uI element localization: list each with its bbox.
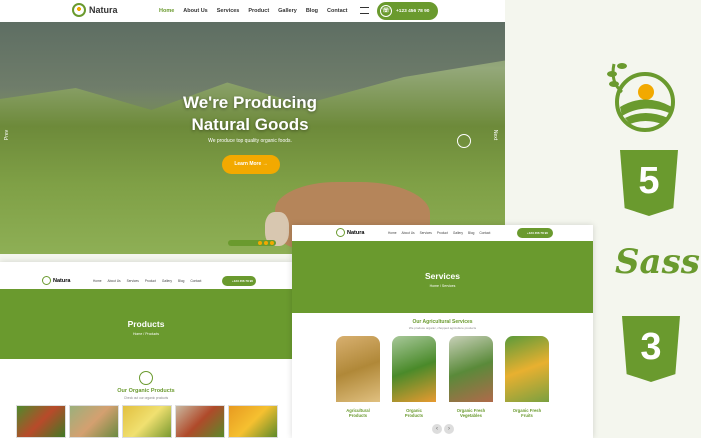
slider-dot[interactable] (264, 241, 268, 245)
products-title: Products (127, 319, 165, 329)
leaf-logo-icon (72, 3, 86, 17)
service-card[interactable]: Agricultural Products (336, 336, 380, 418)
service-card-label-line2: Vegetables (460, 413, 482, 418)
leaf-logo-icon (336, 228, 345, 237)
service-card-image (505, 336, 549, 402)
products-brand-logo[interactable]: Natura (42, 276, 70, 285)
services-brand-logo[interactable]: Natura (336, 228, 364, 237)
html5-label: 5 (638, 160, 660, 202)
prev-arrow[interactable]: Prev (4, 130, 10, 140)
hero-subtitle: We produce top quality organic foods. (208, 138, 292, 144)
nav-contact[interactable]: Contact (479, 231, 490, 235)
hero-title: We're Producing Natural Goods (150, 92, 350, 136)
nav-services[interactable]: Services (127, 279, 139, 283)
phone-icon: ☏ (380, 5, 392, 17)
services-section-subtitle: We produce organic, chopped agriculture … (408, 326, 477, 330)
product-thumb[interactable] (16, 405, 66, 438)
nav-product[interactable]: Product (437, 231, 448, 235)
service-card-label-line2: Products (348, 413, 368, 418)
product-thumb[interactable] (228, 405, 278, 438)
products-section-icon (139, 371, 153, 385)
phone-button[interactable]: +123 456 78 90 (517, 228, 553, 238)
slider-dot[interactable] (258, 241, 262, 245)
nav-home[interactable]: Home (159, 8, 174, 14)
leaf-logo-icon (607, 63, 675, 132)
products-page-preview: Natura Home About Us Services Product Ga… (0, 262, 292, 438)
sass-icon: Sass (615, 232, 700, 292)
main-nav: Home About Us Services Product Gallery B… (159, 8, 357, 14)
product-thumb[interactable] (122, 405, 172, 438)
sass-label: Sass (615, 242, 700, 282)
brand-logo[interactable]: Natura (72, 3, 118, 17)
phone-number: +123 456 78 90 (396, 8, 430, 14)
learn-more-button[interactable]: Learn More → (222, 155, 280, 174)
services-section-title: Our Agricultural Services (412, 319, 473, 325)
service-card-label: Organic Fresh Fruits (505, 402, 549, 418)
css3-label: 3 (640, 326, 662, 368)
brand-name: Natura (89, 5, 118, 15)
phone-button[interactable]: ☏ +123 456 78 90 (377, 2, 438, 20)
service-card-label-line2: Fruits (521, 413, 533, 418)
carousel-prev-button[interactable]: ‹ (432, 424, 442, 434)
service-card[interactable]: Organic Fresh Fruits (505, 336, 549, 418)
nav-gallery[interactable]: Gallery (278, 8, 297, 14)
nav-blog[interactable]: Blog (306, 8, 318, 14)
main-header: Natura Home About Us Services Product Ga… (0, 0, 505, 22)
html5-icon: 5 (620, 150, 678, 216)
services-page-preview: Natura Home About Us Services Product Ga… (292, 225, 593, 438)
nav-blog[interactable]: Blog (468, 231, 474, 235)
nav-gallery[interactable]: Gallery (453, 231, 463, 235)
service-card-label: Organic Products (392, 402, 436, 418)
service-card-image (449, 336, 493, 402)
nav-gallery[interactable]: Gallery (162, 279, 172, 283)
products-banner: Products Home / Products (0, 289, 292, 359)
service-card-image (392, 336, 436, 402)
menu-icon[interactable] (360, 7, 369, 14)
service-card-image (336, 336, 380, 402)
nav-home[interactable]: Home (93, 279, 102, 283)
hero-title-line1: We're Producing (182, 93, 318, 112)
next-arrow[interactable]: Next (492, 130, 498, 140)
products-nav: Home About Us Services Product Gallery B… (93, 279, 201, 283)
services-title: Services (425, 271, 460, 281)
hero-section: We're Producing Natural Goods We produce… (0, 22, 505, 254)
nav-home[interactable]: Home (388, 231, 397, 235)
slider-dot[interactable] (270, 241, 274, 245)
nav-contact[interactable]: Contact (190, 279, 201, 283)
services-banner: Services Home / Services (292, 241, 593, 313)
products-breadcrumb: Home / Products (132, 332, 160, 336)
product-thumb[interactable] (175, 405, 225, 438)
nav-about[interactable]: About Us (108, 279, 121, 283)
service-card-label-line2: Products (404, 413, 424, 418)
nav-services[interactable]: Services (420, 231, 432, 235)
brand-name: Natura (347, 229, 365, 236)
services-breadcrumb: Home / Services (429, 284, 456, 288)
nav-product[interactable]: Product (145, 279, 156, 283)
products-section-subtitle: Check out our organic products (123, 396, 169, 400)
nav-about[interactable]: About Us (402, 231, 415, 235)
services-nav: Home About Us Services Product Gallery B… (388, 231, 490, 235)
nav-contact[interactable]: Contact (327, 8, 347, 14)
css3-icon: 3 (622, 316, 680, 382)
leaf-logo-icon (42, 276, 51, 285)
carousel-next-button[interactable]: › (444, 424, 454, 434)
hero-title-line2: Natural Goods (191, 115, 309, 134)
products-section-title: Our Organic Products (117, 388, 175, 394)
service-card[interactable]: Organic Fresh Vegetables (449, 336, 493, 418)
nav-about[interactable]: About Us (183, 8, 207, 14)
scroll-circle-icon[interactable] (457, 134, 471, 148)
product-thumb[interactable] (69, 405, 119, 438)
products-header: Natura Home About Us Services Product Ga… (0, 270, 292, 290)
phone-button[interactable]: +123 456 78 90 (222, 276, 256, 286)
services-header: Natura Home About Us Services Product Ga… (292, 225, 593, 241)
nav-product[interactable]: Product (248, 8, 269, 14)
brand-name: Natura (53, 277, 71, 284)
slider-dots[interactable] (228, 240, 276, 246)
nav-blog[interactable]: Blog (178, 279, 184, 283)
service-card[interactable]: Organic Products (392, 336, 436, 418)
service-card-label: Agricultural Products (336, 402, 380, 418)
nav-services[interactable]: Services (217, 8, 240, 14)
service-card-label: Organic Fresh Vegetables (449, 402, 493, 418)
